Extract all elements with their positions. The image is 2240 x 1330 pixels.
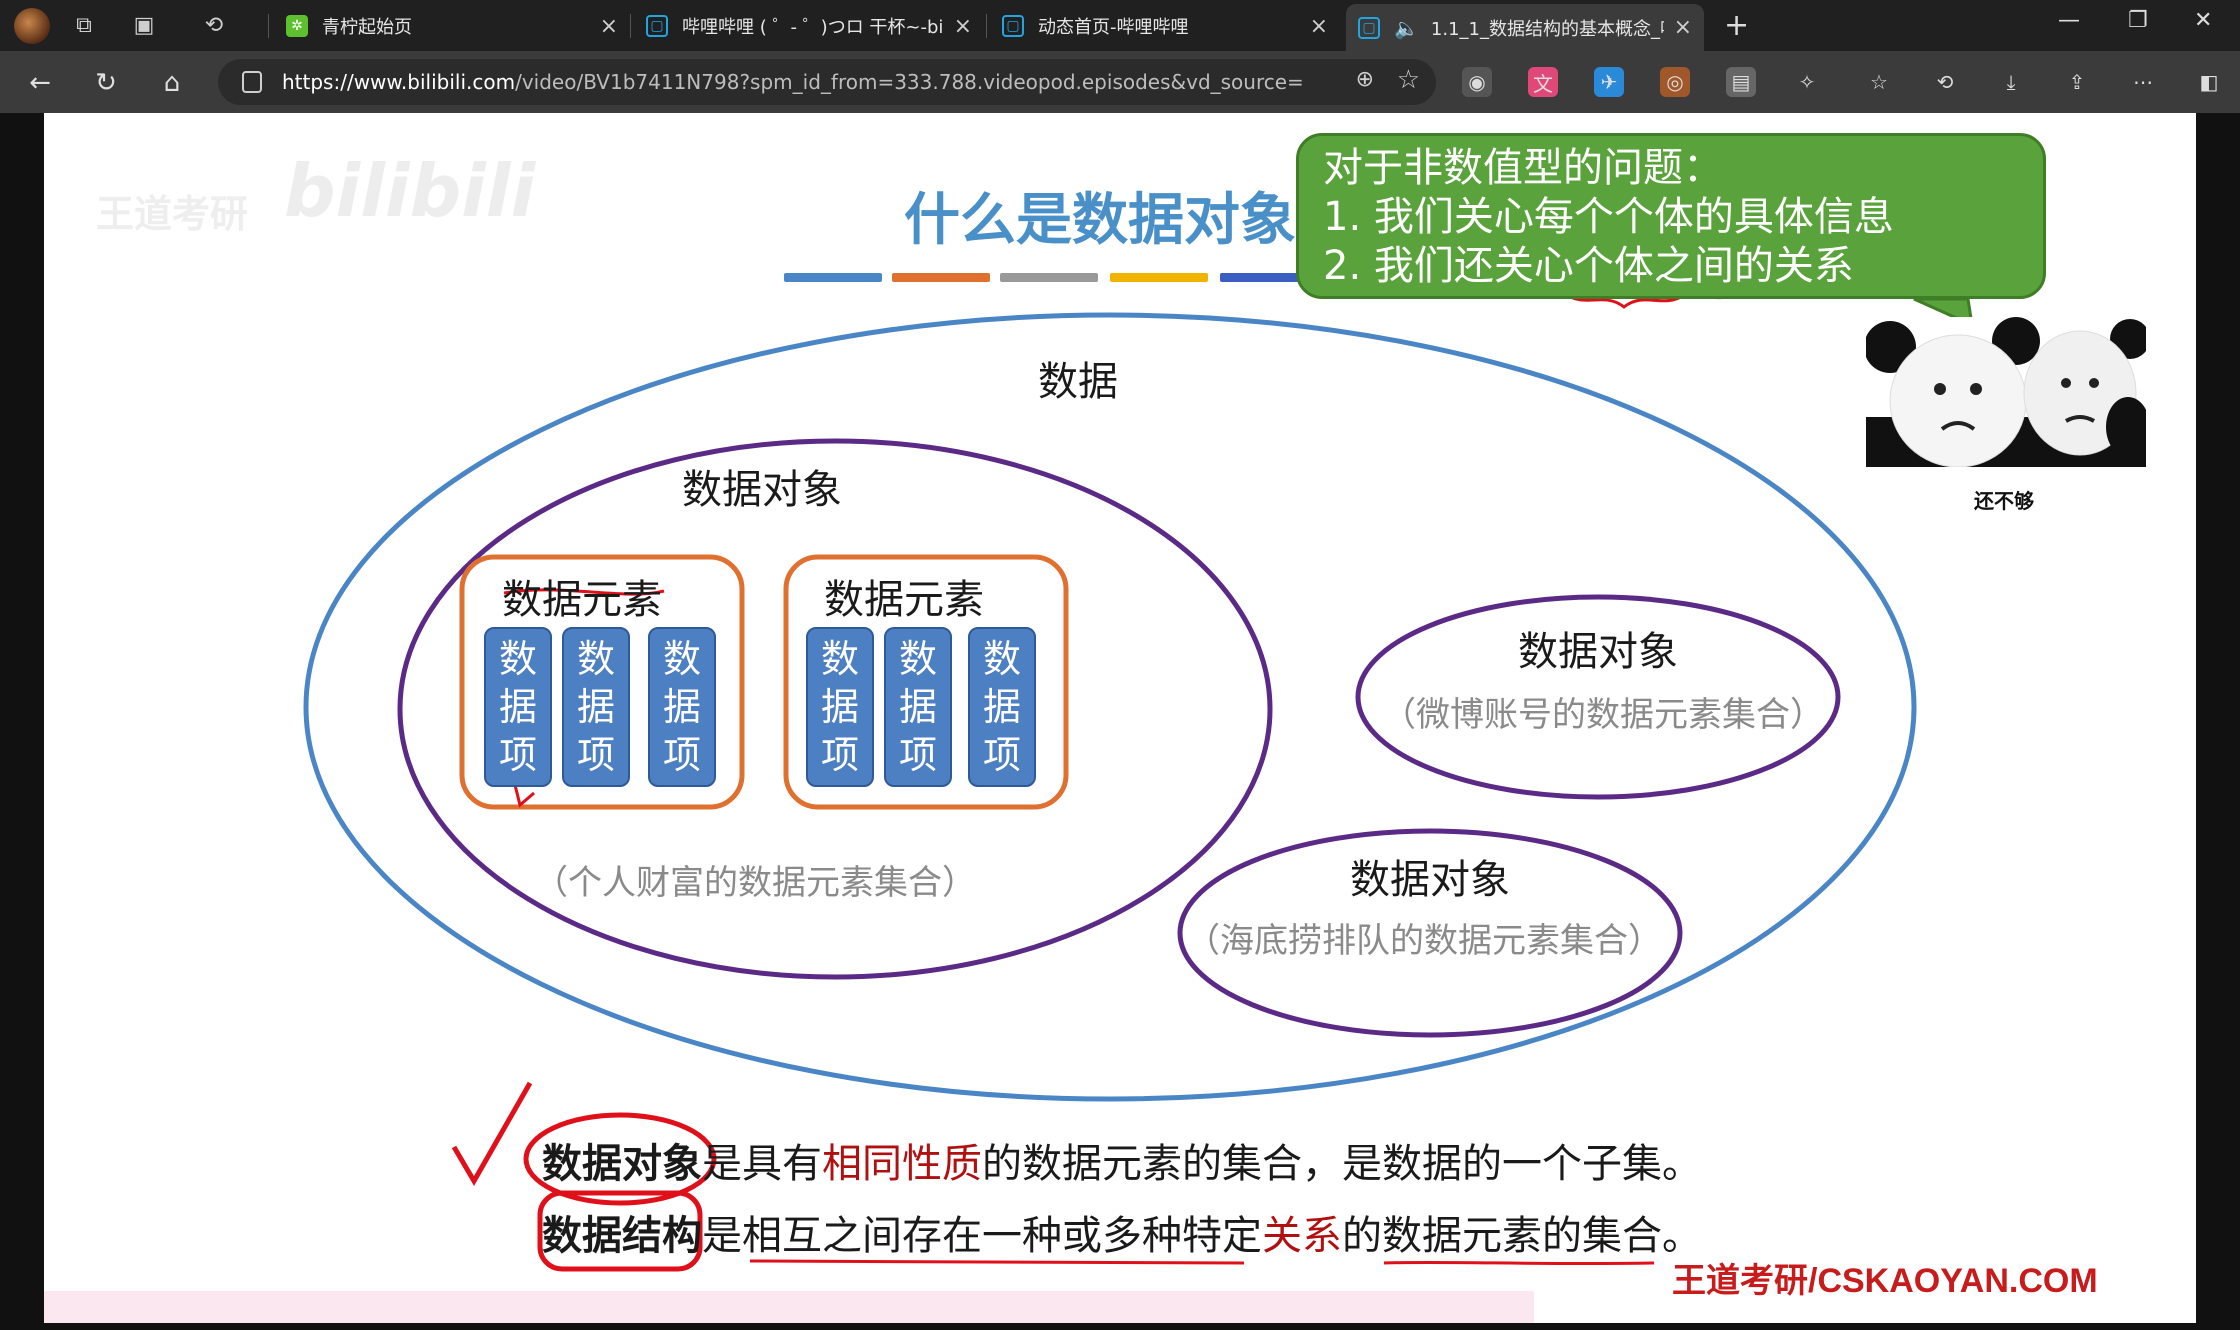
extension-mask-icon[interactable]: ◉ — [1462, 67, 1492, 97]
data-item: 数据项 — [562, 627, 630, 787]
term-data-structure: 数据结构 — [542, 1213, 702, 1259]
close-icon[interactable]: × — [954, 14, 972, 39]
data-item: 数据项 — [968, 627, 1036, 787]
home-button[interactable]: ⌂ — [152, 63, 192, 103]
zoom-icon[interactable]: ⊕ — [1356, 67, 1374, 92]
tab-separator — [268, 14, 269, 38]
profile-avatar[interactable] — [14, 7, 50, 44]
emphasis-same-property: 相同性质 — [822, 1141, 982, 1187]
annotation-underline-set — [1383, 1260, 1655, 1266]
tab-actions-icon[interactable]: ▣ — [124, 6, 164, 46]
callout-line: 1. 我们关心每个个体的具体信息 — [1323, 194, 1894, 240]
extension-card-icon[interactable]: ▤ — [1726, 67, 1756, 97]
title-bar-segment — [1110, 273, 1208, 282]
audio-playing-icon[interactable]: 🔈 — [1394, 16, 1419, 40]
definition-data-structure: 数据结构是相互之间存在一种或多种特定关系的数据元素的集合。 — [542, 1203, 1702, 1261]
tab-title: 1.1_1_数据结构的基本概念_哔哩哔哩 — [1430, 18, 1664, 40]
title-bar-segment — [1220, 273, 1300, 282]
label-weibo-object: 数据对象 — [1518, 629, 1678, 675]
minimize-button[interactable]: — — [2058, 8, 2080, 33]
definition-text: 是相互之间存在一种或多种特定 — [702, 1213, 1262, 1259]
definition-text: 是具有 — [702, 1141, 822, 1187]
definition-data-object: 数据对象是具有相同性质的数据元素的集合，是数据的一个子集。 — [542, 1131, 1702, 1189]
callout-bubble: 对于非数值型的问题： 1. 我们关心每个个体的具体信息 2. 我们还关心个体之间… — [1296, 133, 2046, 299]
sleeping-tab-icon[interactable]: ⟲ — [194, 6, 234, 46]
lock-icon[interactable] — [242, 71, 262, 93]
restore-button[interactable]: ❐ — [2128, 8, 2148, 33]
navigation-toolbar: ← ↻ ⌂ https://www.bilibili.com/video/BV1… — [0, 51, 2240, 113]
term-data-object: 数据对象 — [542, 1141, 702, 1187]
close-icon[interactable]: × — [1310, 14, 1328, 39]
emphasis-relation: 关系 — [1262, 1213, 1342, 1259]
label-data-element-b: 数据元素 — [824, 577, 984, 623]
tab-current-video[interactable]: ▢ 🔈 1.1_1_数据结构的基本概念_哔哩哔哩 × — [1346, 4, 1704, 51]
title-bar-segment — [1000, 273, 1098, 282]
label-wealth-set: （个人财富的数据元素集合） — [534, 863, 976, 903]
data-item: 数据项 — [884, 627, 952, 787]
new-tab-button[interactable]: + — [1724, 8, 1749, 43]
label-haidilao-object: 数据对象 — [1350, 857, 1510, 903]
close-icon[interactable]: × — [1674, 15, 1692, 40]
annotation-underline-relation — [749, 1259, 1245, 1265]
definition-text: 的数据元素的集合。 — [1342, 1213, 1702, 1259]
title-bar-segment — [784, 273, 882, 282]
favorite-star-icon[interactable]: ☆ — [1397, 65, 1420, 95]
label-data: 数据 — [1038, 359, 1118, 405]
share-icon[interactable]: ⇪ — [2062, 67, 2092, 97]
favorites-icon[interactable]: ☆ — [1864, 67, 1894, 97]
slide-title: 什么是数据对象 — [904, 188, 1296, 253]
video-player[interactable]: 王道考研 bilibili 什么是数据对象 数据 数据对象 数据元素 数据元素 … — [0, 113, 2240, 1330]
extension-translate-icon[interactable]: 文 — [1528, 67, 1558, 97]
extensions-puzzle-icon[interactable]: ✧ — [1792, 67, 1822, 97]
extension-owl-icon[interactable]: ◎ — [1660, 67, 1690, 97]
label-weibo-set: （微博账号的数据元素集合） — [1382, 695, 1824, 735]
label-data-element-a: 数据元素 — [502, 577, 662, 623]
tab-separator — [630, 14, 631, 38]
close-icon[interactable]: × — [600, 14, 618, 39]
qingning-favicon-icon: ✲ — [286, 15, 308, 37]
tab-title: 动态首页-哔哩哔哩 — [1038, 17, 1189, 38]
label-haidilao-set: （海底捞排队的数据元素集合） — [1186, 921, 1662, 961]
panda-meme-image — [1866, 317, 2146, 467]
more-menu-icon[interactable]: ⋯ — [2128, 67, 2158, 97]
lecture-slide: 王道考研 bilibili 什么是数据对象 数据 数据对象 数据元素 数据元素 … — [44, 113, 2196, 1323]
bilibili-watermark-logo: bilibili — [284, 149, 536, 233]
callout-line: 对于非数值型的问题： — [1323, 145, 1723, 191]
label-data-object-main: 数据对象 — [682, 467, 842, 513]
video-subtitle-band — [44, 1291, 1534, 1323]
tab-title: 青柠起始页 — [322, 17, 412, 38]
tab-qingning[interactable]: ✲ 青柠起始页 × — [274, 6, 630, 46]
data-item: 数据项 — [806, 627, 874, 787]
url-text[interactable]: https://www.bilibili.com/video/BV1b7411N… — [282, 70, 1302, 94]
bilibili-favicon-icon: ▢ — [646, 15, 668, 37]
sidebar-toggle-icon[interactable]: ◧ — [2194, 67, 2224, 97]
bilibili-favicon-icon: ▢ — [1002, 15, 1024, 37]
data-item: 数据项 — [484, 627, 552, 787]
brand-watermark: 王道考研/CSKAOYAN.COM — [1672, 1262, 2098, 1300]
tab-title: 哔哩哔哩 ( ゜- ゜)つロ 干杯~-bilibili — [682, 17, 944, 38]
refresh-button[interactable]: ↻ — [86, 63, 126, 103]
definition-text: 的数据元素的集合，是数据的一个子集。 — [982, 1141, 1702, 1187]
tab-bilibili-home[interactable]: ▢ 哔哩哔哩 ( ゜- ゜)つロ 干杯~-bilibili × — [634, 6, 984, 46]
close-window-button[interactable]: ✕ — [2194, 8, 2212, 33]
workspaces-icon[interactable]: ⧉ — [64, 6, 104, 46]
meme-caption: 还不够 — [1974, 489, 2034, 513]
downloads-icon[interactable]: ⤓ — [1996, 67, 2026, 97]
data-item: 数据项 — [648, 627, 716, 787]
tab-bilibili-dynamic[interactable]: ▢ 动态首页-哔哩哔哩 × — [990, 6, 1340, 46]
annotation-checkmark — [451, 1081, 533, 1186]
tab-separator — [986, 14, 987, 38]
extension-bird-icon[interactable]: ✈ — [1594, 67, 1624, 97]
channel-watermark: 王道考研 — [96, 192, 249, 236]
back-button[interactable]: ← — [20, 63, 60, 103]
callout-line: 2. 我们还关心个体之间的关系 — [1323, 243, 1854, 289]
address-bar[interactable]: https://www.bilibili.com/video/BV1b7411N… — [218, 59, 1436, 105]
history-icon[interactable]: ⟲ — [1930, 67, 1960, 97]
bilibili-favicon-icon: ▢ — [1358, 16, 1380, 39]
title-bar-segment — [892, 273, 990, 282]
